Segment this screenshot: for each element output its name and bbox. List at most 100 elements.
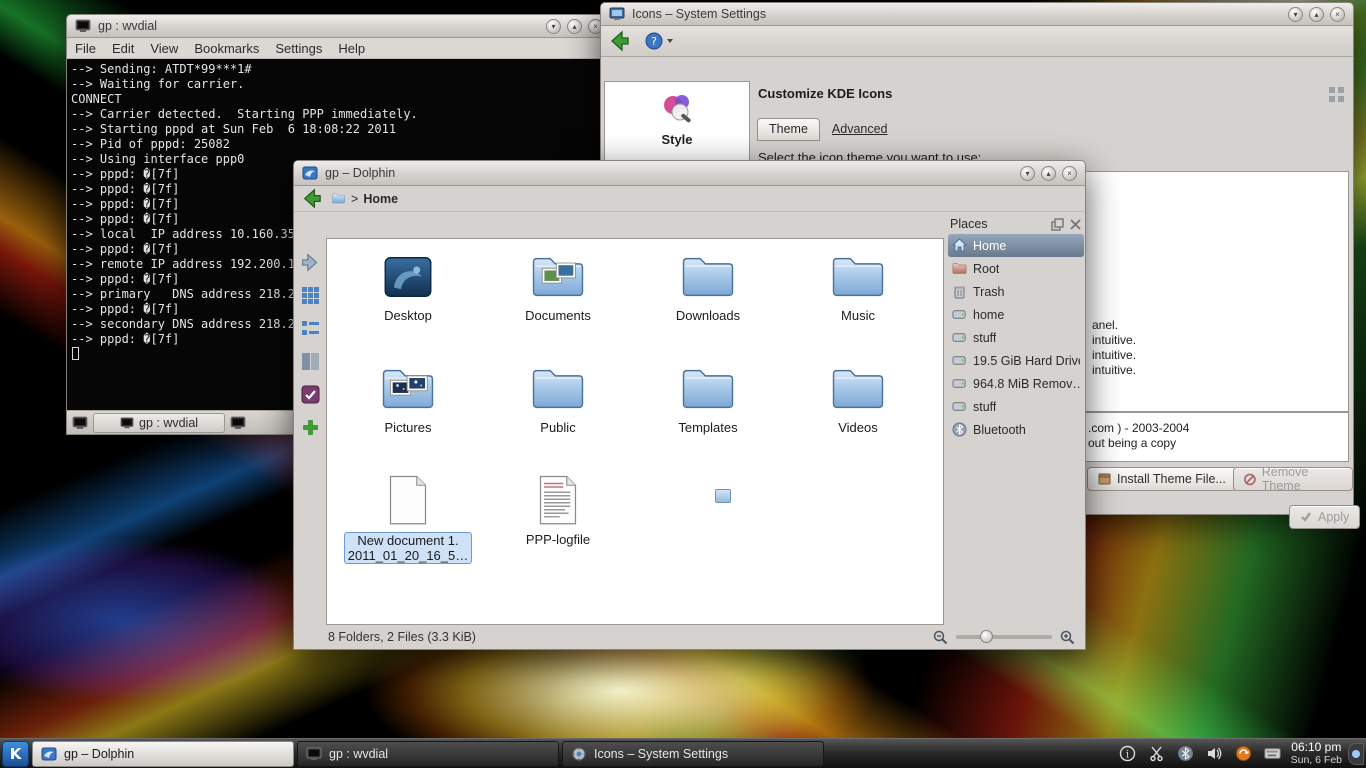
terminal-line: --> Carrier detected. Starting PPP immed…: [71, 107, 607, 122]
places-item-bluetooth[interactable]: Bluetooth: [948, 418, 1084, 441]
volume-icon[interactable]: [1206, 745, 1223, 762]
menu-help[interactable]: Help: [330, 41, 373, 56]
zoom-slider-handle[interactable]: [980, 630, 993, 643]
file-item-public[interactable]: Public: [488, 355, 628, 467]
folder-icon: [680, 361, 736, 417]
close-button[interactable]: ×: [1062, 166, 1077, 181]
help-icon: ?: [645, 32, 663, 50]
updates-icon[interactable]: [1235, 745, 1252, 762]
terminal-titlebar[interactable]: gp : wvdial ▾ ▴ ×: [66, 14, 612, 38]
zoom-in-icon[interactable]: [1060, 630, 1075, 645]
taskbar-clock[interactable]: 06:10 pm Sun, 6 Feb: [1291, 741, 1348, 767]
file-item-ppp-logfile[interactable]: PPP-logfile: [488, 467, 628, 579]
zoom-slider[interactable]: [956, 635, 1052, 639]
file-item-new-document[interactable]: New document 1. 2011_01_20_16_5…: [338, 467, 478, 579]
folder-icon: [530, 361, 586, 417]
dolphin-titlebar[interactable]: gp – Dolphin ▾ ▴ ×: [293, 160, 1086, 186]
dolphin-folder-view[interactable]: Desktop Documents Downloads: [326, 238, 944, 625]
maximize-button[interactable]: ▴: [1041, 166, 1056, 181]
maximize-button[interactable]: ▴: [567, 19, 582, 34]
theme-list-text: intuitive.: [1092, 333, 1136, 347]
taskbar-item-system-settings[interactable]: Icons – System Settings: [562, 741, 824, 767]
minimize-button[interactable]: ▾: [1288, 7, 1303, 22]
keyboard-icon[interactable]: [1264, 745, 1281, 762]
breadcrumb[interactable]: > Home: [331, 192, 398, 206]
taskbar-item-label: gp : wvdial: [329, 747, 388, 761]
menu-file[interactable]: File: [67, 41, 104, 56]
places-item-removable[interactable]: 964.8 MiB Remov…: [948, 372, 1084, 395]
taskbar-item-wvdial[interactable]: gp : wvdial: [297, 741, 559, 767]
details-view-button[interactable]: [300, 351, 321, 372]
folder-icon: [830, 249, 886, 305]
minimize-button[interactable]: ▾: [1020, 166, 1035, 181]
tab-theme[interactable]: Theme: [757, 118, 820, 141]
terminal-line: --> Waiting for carrier.: [71, 77, 607, 92]
kde-menu-button[interactable]: K: [2, 741, 29, 767]
places-item-home[interactable]: Home: [948, 234, 1084, 257]
file-item-templates[interactable]: Templates: [638, 355, 778, 467]
apply-button[interactable]: Apply: [1289, 505, 1360, 529]
overview-grid-icon[interactable]: [1328, 86, 1345, 103]
file-item-desktop[interactable]: Desktop: [338, 243, 478, 355]
system-settings-icon: [571, 746, 587, 762]
compact-view-button[interactable]: [300, 318, 321, 339]
float-panel-icon[interactable]: [1051, 218, 1064, 231]
klipper-scissors-icon[interactable]: [1148, 745, 1165, 762]
terminal-line: --> Pid of pppd: 25082: [71, 137, 607, 152]
file-item-music[interactable]: Music: [788, 243, 928, 355]
menu-settings[interactable]: Settings: [267, 41, 330, 56]
taskbar-item-dolphin[interactable]: gp – Dolphin: [32, 741, 294, 767]
forward-button[interactable]: [300, 252, 321, 273]
sidebar-item-style[interactable]: Style: [661, 132, 692, 147]
remove-theme-button[interactable]: Remove Theme: [1233, 467, 1353, 491]
back-button[interactable]: [300, 187, 323, 210]
split-view-button[interactable]: [300, 417, 321, 438]
file-item-pictures[interactable]: Pictures: [338, 355, 478, 467]
terminal-tab[interactable]: gp : wvdial: [93, 413, 225, 433]
drive-icon: [952, 307, 967, 322]
dolphin-breadcrumb-bar: > Home: [294, 186, 1085, 212]
tab-list-button[interactable]: [228, 414, 248, 432]
taskbar: K gp – Dolphin gp : wvdial Icons – Syste…: [0, 738, 1366, 768]
places-item-stuff-2[interactable]: stuff: [948, 395, 1084, 418]
menu-bookmarks[interactable]: Bookmarks: [186, 41, 267, 56]
breadcrumb-location[interactable]: Home: [363, 192, 398, 206]
zoom-out-icon[interactable]: [933, 630, 948, 645]
page-title: Customize KDE Icons: [758, 86, 892, 101]
places-item-root[interactable]: Root: [948, 257, 1084, 280]
places-item-trash[interactable]: Trash: [948, 280, 1084, 303]
file-item-downloads[interactable]: Downloads: [638, 243, 778, 355]
new-tab-button[interactable]: [70, 414, 90, 432]
maximize-button[interactable]: ▴: [1309, 7, 1324, 22]
system-settings-titlebar[interactable]: Icons – System Settings ▾ ▴ ×: [600, 2, 1354, 26]
preview-toggle-button[interactable]: [300, 384, 321, 405]
tab-advanced[interactable]: Advanced: [820, 118, 900, 141]
close-button[interactable]: ×: [1330, 7, 1345, 22]
places-item-label: stuff: [973, 400, 996, 414]
panel-cashew-icon[interactable]: [1348, 743, 1364, 765]
menu-view[interactable]: View: [142, 41, 186, 56]
bluetooth-icon[interactable]: [1177, 745, 1194, 762]
tab-strip: Theme Advanced: [757, 118, 900, 141]
style-icon[interactable]: [658, 90, 696, 128]
info-icon[interactable]: i: [1119, 745, 1136, 762]
close-panel-icon[interactable]: [1069, 218, 1082, 231]
minimize-button[interactable]: ▾: [546, 19, 561, 34]
icons-view-button[interactable]: [300, 285, 321, 306]
menu-edit[interactable]: Edit: [104, 41, 142, 56]
file-item-videos[interactable]: Videos: [788, 355, 928, 467]
places-item-home-mount[interactable]: home: [948, 303, 1084, 326]
back-button[interactable]: [607, 29, 631, 53]
install-theme-button[interactable]: Install Theme File...: [1087, 467, 1237, 491]
theme-description-text: .com ) - 2003-2004: [1088, 421, 1189, 435]
theme-list-text: intuitive.: [1092, 363, 1136, 377]
places-item-hard-drive[interactable]: 19.5 GiB Hard Drive: [948, 349, 1084, 372]
svg-text:?: ?: [651, 35, 657, 48]
help-button[interactable]: ?: [645, 32, 674, 50]
places-panel: Places Home Root: [948, 214, 1084, 625]
file-item-label: Pictures: [385, 420, 432, 435]
file-item-documents[interactable]: Documents: [488, 243, 628, 355]
terminal-icon: [72, 415, 88, 431]
drive-icon: [952, 376, 967, 391]
places-item-stuff[interactable]: stuff: [948, 326, 1084, 349]
